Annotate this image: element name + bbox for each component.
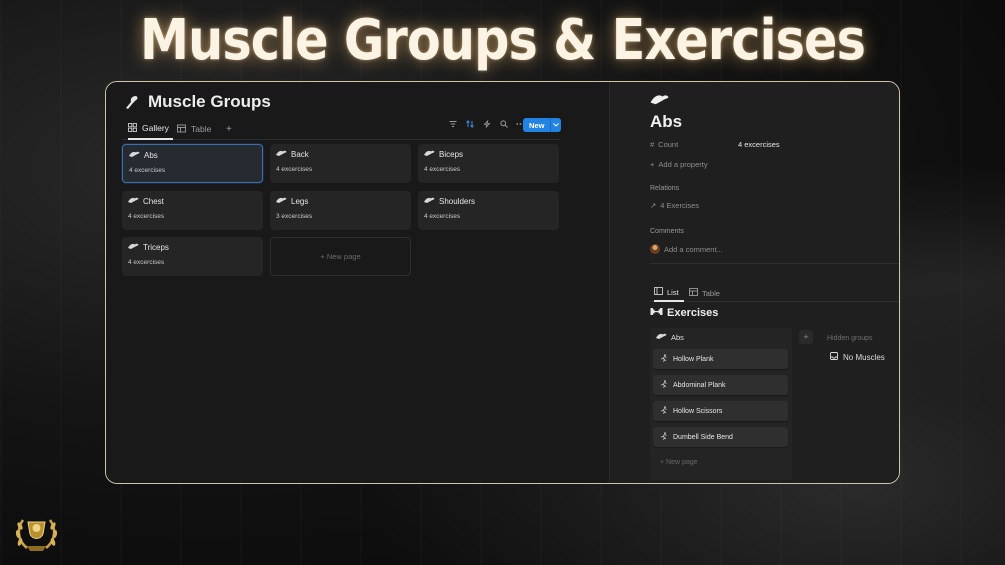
- list-icon: [654, 287, 663, 297]
- exercises-title: Exercises: [650, 306, 718, 320]
- hash-icon: #: [650, 140, 655, 149]
- table-icon: [177, 124, 186, 135]
- exercise-card[interactable]: Hollow Plank: [653, 349, 788, 369]
- lightning-icon[interactable]: [482, 119, 491, 128]
- add-view-button[interactable]: +: [226, 118, 232, 140]
- arm-icon: [128, 243, 139, 252]
- card-count: 4 excercises: [128, 213, 165, 220]
- card-count: 3 excercises: [276, 213, 313, 220]
- sort-icon[interactable]: [465, 119, 474, 128]
- new-page-card[interactable]: + New page: [270, 237, 411, 276]
- notion-window: Muscle Groups Gallery Table + New Abs 4 …: [105, 81, 900, 484]
- database-toolbar: [448, 119, 525, 128]
- relations-label: Relations: [650, 185, 680, 192]
- card-title: Back: [291, 150, 309, 159]
- card-title: Shoulders: [439, 197, 476, 206]
- group-header[interactable]: Abs: [656, 333, 684, 342]
- arrow-up-right-icon: ↗: [650, 201, 657, 210]
- count-property-label: # Count: [650, 140, 679, 149]
- card-count: 4 excercises: [129, 167, 166, 174]
- arm-icon: [424, 150, 435, 159]
- new-page-button[interactable]: + New page: [660, 459, 698, 466]
- arm-icon: [276, 150, 287, 159]
- card-chest[interactable]: Chest 4 excercises: [122, 191, 263, 230]
- card-legs[interactable]: Legs 3 excercises: [270, 191, 411, 230]
- arm-icon: [650, 93, 670, 111]
- card-count: 4 excercises: [424, 166, 461, 173]
- arm-icon: [276, 197, 287, 206]
- card-triceps[interactable]: Triceps 4 excercises: [122, 237, 263, 276]
- arm-icon: [128, 197, 139, 206]
- comment-input[interactable]: Add a comment...: [650, 244, 723, 254]
- card-title: Abs: [144, 151, 158, 160]
- inbox-icon: [830, 352, 838, 362]
- card-count: 4 excercises: [128, 259, 165, 266]
- add-group-button[interactable]: +: [799, 330, 813, 344]
- exercise-card[interactable]: Hollow Scissors: [653, 401, 788, 421]
- card-count: 4 excercises: [276, 166, 313, 173]
- arm-flex-icon: [124, 94, 140, 110]
- linked-view-tabs: List Table: [650, 282, 899, 302]
- arm-icon: [424, 197, 435, 206]
- add-property-button[interactable]: + Add a property: [650, 160, 708, 169]
- card-title: Legs: [291, 197, 309, 206]
- arm-icon: [129, 151, 140, 160]
- dumbbell-icon: [650, 306, 663, 320]
- exercise-card[interactable]: Dumbell Side Bend: [653, 427, 788, 447]
- search-icon[interactable]: [499, 119, 508, 128]
- runner-icon: [660, 432, 668, 442]
- tab-gallery[interactable]: Gallery: [128, 118, 173, 140]
- card-title: Chest: [143, 197, 164, 206]
- card-shoulders[interactable]: Shoulders 4 excercises: [418, 191, 559, 230]
- page-peek-pane: Abs # Count 4 excercises + Add a propert…: [609, 82, 899, 483]
- tab-table[interactable]: Table: [689, 284, 720, 302]
- tab-table[interactable]: Table: [177, 118, 211, 140]
- comments-label: Comments: [650, 228, 684, 235]
- card-title: Triceps: [143, 243, 169, 252]
- exercise-card[interactable]: Abdominal Plank: [653, 375, 788, 395]
- count-property-value[interactable]: 4 excercises: [738, 140, 780, 149]
- new-button[interactable]: New: [523, 118, 551, 132]
- tab-gallery-label: Gallery: [142, 123, 169, 133]
- card-title: Biceps: [439, 150, 464, 159]
- divider: [650, 263, 899, 264]
- card-count: 4 excercises: [424, 213, 461, 220]
- tab-table-label: Table: [191, 124, 212, 134]
- plus-icon: +: [650, 160, 655, 169]
- runner-icon: [660, 354, 668, 364]
- card-biceps[interactable]: Biceps 4 excercises: [418, 144, 559, 183]
- database-title-text: Muscle Groups: [148, 92, 271, 111]
- new-button-group: New: [523, 118, 562, 132]
- page-title: Abs: [650, 112, 683, 131]
- relations-link[interactable]: ↗ 4 Exercises: [650, 201, 699, 210]
- card-abs[interactable]: Abs 4 excercises: [122, 144, 263, 183]
- table-icon: [689, 288, 698, 298]
- database-title: Muscle Groups: [124, 92, 271, 112]
- runner-icon: [660, 380, 668, 390]
- arm-icon: [656, 333, 667, 342]
- laurel-badge-logo: [13, 512, 60, 554]
- hero-title: Muscle Groups & Exercises: [139, 8, 866, 73]
- runner-icon: [660, 406, 668, 416]
- board-group-abs: Abs Hollow Plank Abdominal Plank Hollow …: [650, 328, 792, 480]
- hidden-group-no-muscles[interactable]: No Muscles: [830, 352, 885, 362]
- avatar: [650, 244, 660, 254]
- filter-icon[interactable]: [448, 119, 457, 128]
- muscle-groups-pane: Muscle Groups Gallery Table + New Abs 4 …: [106, 82, 609, 483]
- tab-list[interactable]: List: [654, 284, 684, 302]
- hidden-groups-label: Hidden groups: [827, 335, 873, 342]
- gallery-icon: [128, 122, 137, 134]
- card-back[interactable]: Back 4 excercises: [270, 144, 411, 183]
- chevron-down-icon[interactable]: [550, 118, 562, 132]
